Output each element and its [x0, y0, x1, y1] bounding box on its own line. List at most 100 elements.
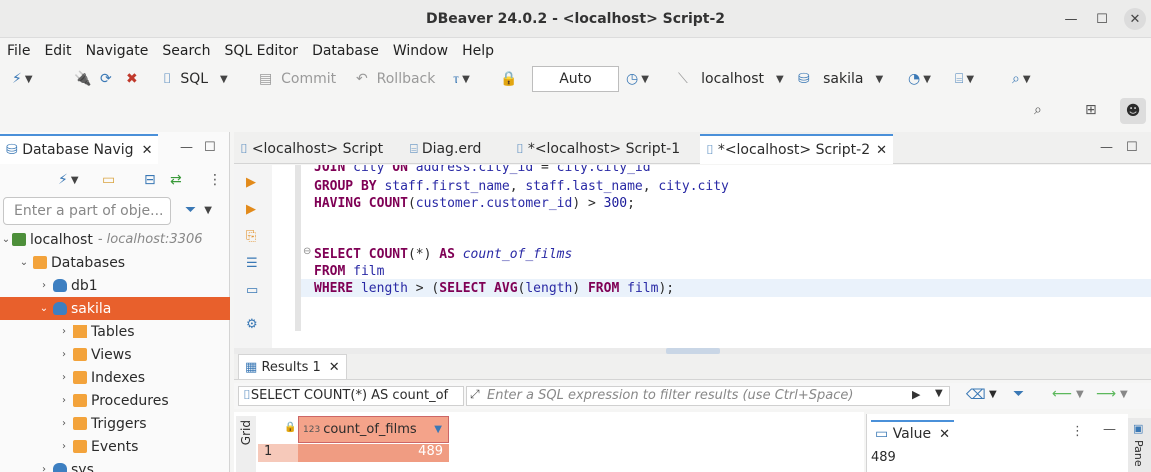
chevron-right-icon[interactable]: ›	[58, 326, 70, 337]
query-text-field[interactable]: ⌷SELECT COUNT(*) AS count_of	[238, 386, 464, 406]
chevron-right-icon[interactable]: ›	[58, 418, 70, 429]
menu-help[interactable]: Help	[455, 43, 501, 59]
new-connection-icon[interactable]: ⚡ ▼	[58, 172, 79, 188]
chevron-down-icon[interactable]: ⌄	[0, 234, 12, 245]
fold-icon[interactable]: ⊖	[303, 246, 311, 257]
view-menu-icon[interactable]: ⋮	[1071, 424, 1084, 439]
chevron-down-icon[interactable]: ⌄	[18, 257, 30, 268]
settings-gear-icon[interactable]: ⚙	[246, 317, 258, 332]
menu-database[interactable]: Database	[305, 43, 386, 59]
lock-button[interactable]: 🔒	[500, 71, 517, 87]
table-cell[interactable]: 489	[298, 444, 449, 462]
menu-edit[interactable]: Edit	[37, 43, 78, 59]
new-folder-icon[interactable]: ▭	[102, 172, 115, 188]
tab-results-1[interactable]: ▦ Results 1 ✕	[238, 354, 347, 379]
panels-toggle[interactable]: ▣ Pane	[1128, 418, 1151, 472]
execute-statement-icon[interactable]: ▶	[246, 175, 256, 190]
active-schema-selector[interactable]: ⛁ sakila ▼	[798, 71, 883, 87]
minimize-editor-icon[interactable]: —	[1100, 140, 1113, 155]
explain-plan-icon[interactable]: ☰	[246, 256, 258, 271]
execute-script-icon[interactable]: ▶	[246, 202, 256, 217]
tree-item-procedures[interactable]: › Procedures	[0, 389, 230, 412]
dbeaver-perspective-icon[interactable]: ☻	[1120, 98, 1146, 124]
chevron-right-icon[interactable]: ›	[58, 372, 70, 383]
back-icon[interactable]: ⟵	[1052, 386, 1072, 402]
quick-search-icon[interactable]: ⌕	[1034, 102, 1042, 118]
close-icon[interactable]: ✕	[939, 427, 950, 442]
sort-dropdown-icon[interactable]: ▼	[434, 424, 442, 435]
chevron-right-icon[interactable]: ›	[58, 349, 70, 360]
minimize-button[interactable]: —	[1060, 8, 1082, 30]
tab-diag-erd[interactable]: ⌸ Diag.erd	[404, 134, 487, 164]
minimize-view-icon[interactable]: —	[180, 140, 193, 155]
tree-item-localhost[interactable]: ⌄ localhost - localhost:3306	[0, 228, 230, 251]
tree-item-sys[interactable]: › sys	[0, 458, 230, 472]
close-icon[interactable]: ✕	[329, 360, 340, 375]
chevron-right-icon[interactable]: ›	[58, 441, 70, 452]
forward-icon[interactable]: ⟶	[1096, 386, 1116, 402]
chevron-down-icon[interactable]: ▼	[1120, 389, 1128, 400]
tree-item-events[interactable]: › Events	[0, 435, 230, 458]
tab-localhost-script-1[interactable]: ⌷ *<localhost> Script-1	[510, 134, 686, 164]
tree-item-views[interactable]: › Views	[0, 343, 230, 366]
rollback-button[interactable]: ↶ Rollback	[356, 71, 435, 87]
sql-editor[interactable]: ▶ ▶ ⎘ ☰ ▭ ⚙ ⊖ JOIN city ON address.city_…	[234, 165, 1151, 348]
tree-item-triggers[interactable]: › Triggers	[0, 412, 230, 435]
grid-view-switcher[interactable]: Grid	[236, 416, 256, 472]
search-button[interactable]: ⌕ ▼	[1012, 71, 1031, 87]
new-connection-button[interactable]: ⚡ ▼	[12, 71, 33, 87]
maximize-view-icon[interactable]: ☐	[204, 140, 216, 155]
menu-navigate[interactable]: Navigate	[79, 43, 156, 59]
eraser-icon[interactable]: ⌫	[966, 387, 986, 403]
history-button[interactable]: ◷ ▼	[626, 71, 649, 87]
filter-history-icon[interactable]: ▼	[935, 388, 943, 399]
output-console-icon[interactable]: ▭	[246, 283, 258, 298]
chevron-right-icon[interactable]: ›	[38, 464, 50, 472]
row-number[interactable]: 1	[258, 444, 298, 462]
navigator-tab[interactable]: ⛁ Database Navig ✕	[0, 134, 158, 164]
sql-editor-button[interactable]: ⌷ SQL ▼	[163, 71, 228, 87]
commit-button[interactable]: ▤ Commit	[259, 71, 336, 87]
chevron-down-icon[interactable]: ⌄	[38, 303, 50, 314]
maximize-editor-icon[interactable]: ☐	[1126, 140, 1138, 155]
results-filter-input[interactable]: Enter a SQL expression to filter results…	[466, 386, 950, 406]
maximize-button[interactable]: ☐	[1091, 8, 1113, 30]
tools-button[interactable]: ⌸ ▼	[955, 71, 974, 87]
view-menu-icon[interactable]: ⋮	[208, 172, 222, 188]
link-editor-icon[interactable]: ⇄	[170, 172, 182, 188]
chevron-down-icon[interactable]: ▼	[989, 389, 997, 400]
tab-localhost-script-2[interactable]: ⌷ *<localhost> Script-2 ✕	[700, 134, 894, 164]
value-text[interactable]: 489	[871, 450, 896, 465]
apply-filter-icon[interactable]: ▶	[912, 388, 920, 401]
chevron-right-icon[interactable]: ›	[58, 395, 70, 406]
execute-new-tab-icon[interactable]: ⎘	[246, 229, 256, 244]
chevron-down-icon[interactable]: ▼	[1076, 389, 1084, 400]
filter-icon[interactable]: ⏷ ▼	[185, 202, 212, 218]
menu-sql-editor[interactable]: SQL Editor	[217, 43, 305, 59]
chevron-right-icon[interactable]: ›	[38, 280, 50, 291]
menu-window[interactable]: Window	[386, 43, 455, 59]
menu-file[interactable]: File	[0, 43, 37, 59]
dashboard-button[interactable]: ◔ ▼	[908, 71, 931, 87]
minimize-view-icon[interactable]: —	[1103, 422, 1116, 437]
close-icon[interactable]: ✕	[142, 143, 153, 158]
menu-search[interactable]: Search	[155, 43, 217, 59]
disconnect-button[interactable]: ✖	[126, 71, 138, 87]
connect-button[interactable]: 🔌	[74, 71, 91, 87]
expand-icon[interactable]: ⤢	[470, 387, 480, 402]
tree-item-databases[interactable]: ⌄ Databases	[0, 251, 230, 274]
tab-value[interactable]: ▭ Value ✕	[871, 420, 955, 446]
collapse-all-icon[interactable]: ⊟	[144, 172, 156, 188]
tree-item-sakila[interactable]: ⌄ sakila	[0, 297, 230, 320]
tree-item-tables[interactable]: › Tables	[0, 320, 230, 343]
close-icon[interactable]: ✕	[876, 143, 887, 158]
active-connection-selector[interactable]: ⟍ localhost ▼	[678, 71, 784, 87]
navigator-filter-input[interactable]: Enter a part of obje...	[3, 197, 171, 225]
tree-item-db1[interactable]: › db1	[0, 274, 230, 297]
filter-icon[interactable]: ⏷	[1013, 386, 1024, 402]
transaction-mode-field[interactable]: Auto	[532, 66, 619, 92]
open-perspective-icon[interactable]: ⊞	[1085, 102, 1097, 118]
tree-item-indexes[interactable]: › Indexes	[0, 366, 230, 389]
close-window-button[interactable]: ✕	[1124, 8, 1146, 30]
column-header-count-of-films[interactable]: 123 count_of_films ▼	[298, 416, 449, 443]
